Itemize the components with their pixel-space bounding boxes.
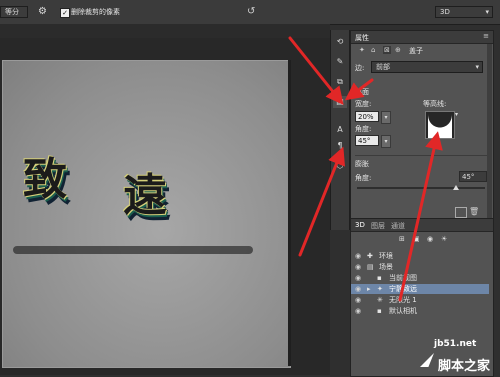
arrow-to-bevel [344,78,374,101]
watermark-logo [420,353,434,367]
watermark-name: 脚本之家 [438,359,491,374]
watermark: jb51.net 脚本之家 [420,335,500,375]
arrow-to-contour [398,131,443,302]
arrow-to-3d-icon [298,146,346,257]
arrow-to-tool-strip [288,36,344,106]
watermark-site: jb51.net [434,339,477,349]
annotation-arrows [288,36,443,302]
